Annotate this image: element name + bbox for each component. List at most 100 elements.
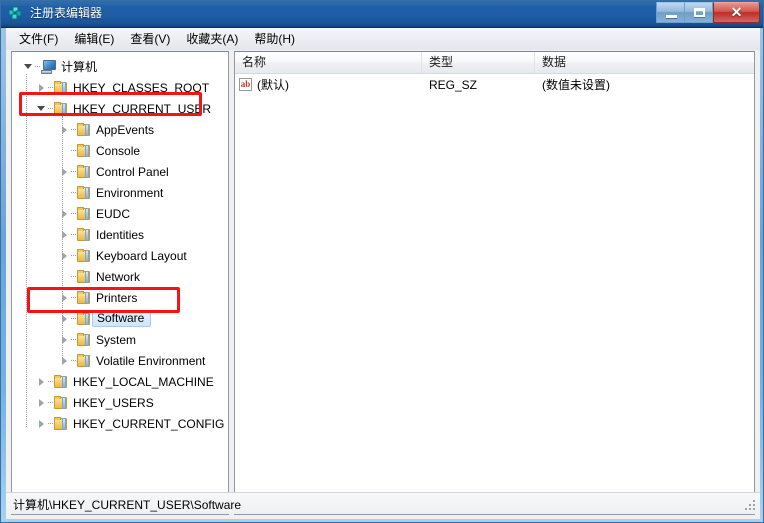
registry-key-icon bbox=[77, 122, 91, 137]
tree-node-software[interactable]: Software bbox=[12, 308, 228, 329]
tree-node-eudc[interactable]: EUDC bbox=[12, 203, 228, 224]
column-header-2[interactable]: 数据 bbox=[535, 52, 754, 73]
maximize-icon bbox=[694, 8, 705, 17]
title-bar[interactable]: 注册表编辑器 ✕ bbox=[1, 1, 763, 28]
menu-edit[interactable]: 编辑(E) bbox=[66, 28, 122, 50]
computer-icon bbox=[41, 59, 56, 74]
tree-node-label: AppEvents bbox=[96, 122, 155, 137]
tree-connector bbox=[48, 107, 53, 110]
minimize-icon bbox=[666, 15, 677, 18]
chevron-right-icon[interactable] bbox=[58, 119, 71, 140]
registry-key-icon bbox=[77, 227, 91, 242]
chevron-right-icon[interactable] bbox=[35, 392, 48, 413]
tree-node-label: Software bbox=[92, 310, 152, 327]
chevron-right-icon[interactable] bbox=[35, 371, 48, 392]
column-header-0[interactable]: 名称 bbox=[235, 52, 422, 73]
value-name-cell: ab (默认) bbox=[235, 76, 422, 93]
tree-connector bbox=[48, 86, 53, 89]
chevron-right-icon[interactable] bbox=[58, 245, 71, 266]
title-bar-left: 注册表编辑器 bbox=[8, 5, 102, 21]
close-button[interactable]: ✕ bbox=[713, 2, 760, 23]
registry-editor-icon bbox=[8, 5, 24, 21]
tree-node-control-panel[interactable]: Control Panel bbox=[12, 161, 228, 182]
tree-node-label: HKEY_LOCAL_MACHINE bbox=[73, 374, 214, 389]
chevron-right-icon[interactable] bbox=[58, 350, 71, 371]
chevron-right-icon[interactable] bbox=[58, 203, 71, 224]
maximize-button[interactable] bbox=[684, 2, 713, 23]
tree-connector bbox=[71, 317, 76, 320]
tree-node-hkey-classes-root[interactable]: HKEY_CLASSES_ROOT bbox=[12, 77, 228, 98]
tree-node-hkey-current-user[interactable]: HKEY_CURRENT_USER bbox=[12, 98, 228, 119]
resize-grip[interactable] bbox=[745, 500, 757, 512]
minimize-button[interactable] bbox=[656, 2, 685, 23]
tree-node-printers[interactable]: Printers bbox=[12, 287, 228, 308]
chevron-right-icon[interactable] bbox=[58, 329, 71, 350]
tree-node-label: System bbox=[96, 332, 137, 347]
tree-indent-guide bbox=[26, 74, 27, 427]
tree-node-console[interactable]: Console bbox=[12, 140, 228, 161]
registry-tree-pane[interactable]: 计算机 HKEY_CLASSES_ROOT HKEY_CURRENT_USER App… bbox=[11, 51, 229, 515]
tree-connector bbox=[71, 338, 76, 341]
chevron-right-icon[interactable] bbox=[58, 224, 71, 245]
tree-indent-guide bbox=[62, 116, 63, 362]
tree-node-label: Identities bbox=[96, 227, 145, 242]
chevron-right-icon[interactable] bbox=[58, 287, 71, 308]
window-controls: ✕ bbox=[656, 2, 760, 23]
menu-view[interactable]: 查看(V) bbox=[122, 28, 178, 50]
menu-favorites[interactable]: 收藏夹(A) bbox=[178, 28, 246, 50]
registry-key-icon bbox=[77, 185, 91, 200]
registry-key-icon bbox=[54, 80, 68, 95]
value-data-cell: (数值未设置) bbox=[542, 78, 610, 92]
tree-node-label: EUDC bbox=[96, 206, 131, 221]
tree-connector bbox=[71, 170, 76, 173]
tree-node-label: Network bbox=[96, 269, 141, 284]
table-row[interactable]: ab (默认) REG_SZ (数值未设置) bbox=[235, 75, 754, 94]
tree-node-identities[interactable]: Identities bbox=[12, 224, 228, 245]
tree-node-system[interactable]: System bbox=[12, 329, 228, 350]
tree-connector bbox=[71, 128, 76, 131]
tree-node-keyboard-layout[interactable]: Keyboard Layout bbox=[12, 245, 228, 266]
tree-node-label: 计算机 bbox=[61, 60, 98, 74]
registry-tree: 计算机 HKEY_CLASSES_ROOT HKEY_CURRENT_USER App… bbox=[12, 52, 228, 434]
tree-node-label: HKEY_CURRENT_CONFIG bbox=[73, 416, 225, 431]
tree-connector bbox=[71, 233, 76, 236]
tree-connector bbox=[71, 149, 76, 152]
column-header-row: 名称 类型 数据 bbox=[235, 52, 754, 74]
close-icon: ✕ bbox=[730, 4, 743, 20]
tree-node-volatile-environment[interactable]: Volatile Environment bbox=[12, 350, 228, 371]
tree-node-hkey-current-config[interactable]: HKEY_CURRENT_CONFIG bbox=[12, 413, 228, 434]
tree-connector bbox=[71, 296, 76, 299]
window-title: 注册表编辑器 bbox=[30, 6, 103, 20]
chevron-down-icon[interactable] bbox=[22, 56, 35, 77]
status-bar: 计算机\HKEY_CURRENT_USER\Software bbox=[6, 492, 760, 514]
registry-editor-window: 注册表编辑器 ✕ 文件(F) 编辑(E) 查看(V) 收藏夹(A) 帮助(H) … bbox=[0, 0, 764, 523]
menu-file[interactable]: 文件(F) bbox=[11, 28, 66, 50]
tree-node-label: Environment bbox=[96, 185, 164, 200]
registry-key-icon bbox=[77, 332, 91, 347]
tree-node-appevents[interactable]: AppEvents bbox=[12, 119, 228, 140]
chevron-right-icon[interactable] bbox=[58, 308, 71, 329]
tree-node-label: Control Panel bbox=[96, 164, 169, 179]
tree-connector bbox=[71, 191, 76, 194]
tree-node-computer[interactable]: 计算机 bbox=[12, 56, 228, 77]
tree-node-environment[interactable]: Environment bbox=[12, 182, 228, 203]
chevron-right-icon[interactable] bbox=[35, 413, 48, 434]
column-header-1[interactable]: 类型 bbox=[422, 52, 535, 73]
value-rows: ab (默认) REG_SZ (数值未设置) bbox=[235, 75, 754, 94]
registry-key-icon bbox=[77, 353, 91, 368]
chevron-right-icon[interactable] bbox=[35, 77, 48, 98]
value-name-text: (默认) bbox=[257, 78, 289, 92]
menu-help[interactable]: 帮助(H) bbox=[246, 28, 303, 50]
tree-node-label: Console bbox=[96, 143, 141, 158]
tree-node-network[interactable]: Network bbox=[12, 266, 228, 287]
tree-node-hkey-users[interactable]: HKEY_USERS bbox=[12, 392, 228, 413]
chevron-down-icon[interactable] bbox=[35, 98, 48, 119]
value-list-pane[interactable]: 名称 类型 数据 ab (默认) REG_SZ (数值未设置) bbox=[234, 51, 755, 515]
tree-node-hkey-local-machine[interactable]: HKEY_LOCAL_MACHINE bbox=[12, 371, 228, 392]
chevron-right-icon[interactable] bbox=[58, 161, 71, 182]
tree-connector bbox=[48, 422, 53, 425]
tree-node-label: Volatile Environment bbox=[96, 353, 206, 368]
tree-node-label: HKEY_CURRENT_USER bbox=[73, 101, 212, 116]
